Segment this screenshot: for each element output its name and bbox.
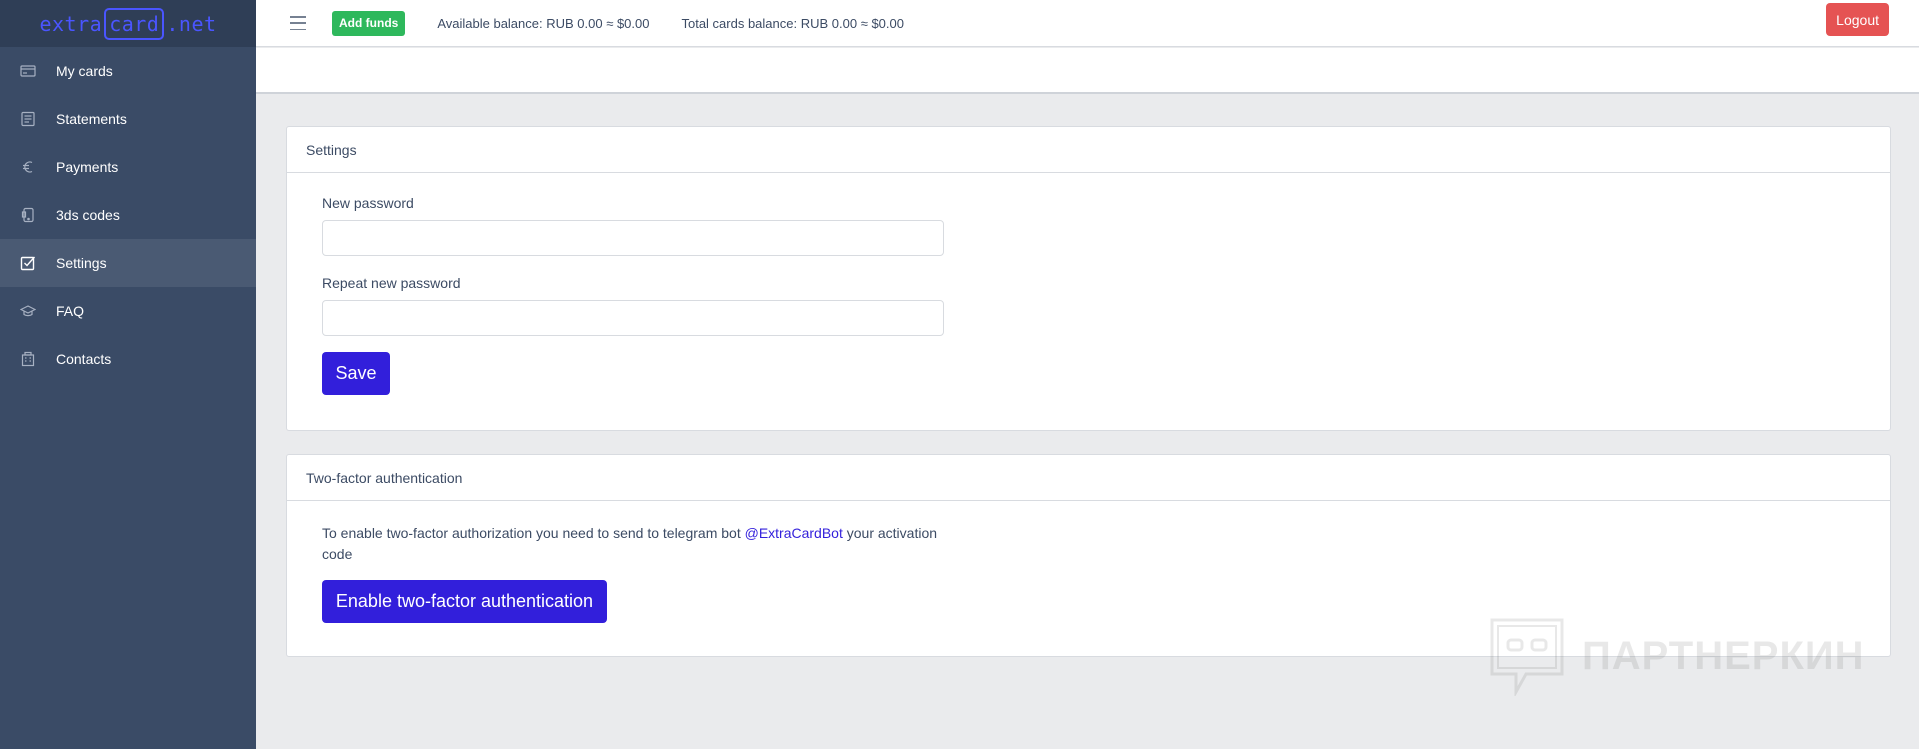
sidebar-item-label: 3ds codes [56, 207, 120, 223]
save-button[interactable]: Save [322, 352, 390, 395]
brand-boxed: card [104, 7, 165, 40]
credit-card-icon [20, 63, 36, 79]
sidebar-item-faq[interactable]: FAQ [0, 287, 256, 335]
sidebar-item-settings[interactable]: Settings [0, 239, 256, 287]
sidebar-item-label: Payments [56, 159, 119, 175]
building-icon [20, 351, 36, 367]
repeat-password-label: Repeat new password [322, 275, 461, 291]
enable-two-factor-button[interactable]: Enable two-factor authentication [322, 580, 607, 623]
menu-toggle-icon[interactable] [290, 16, 306, 30]
logout-button[interactable]: Logout [1826, 3, 1889, 36]
available-balance: Available balance: RUB 0.00 ≈ $0.00 [437, 15, 650, 31]
new-password-label: New password [322, 195, 414, 211]
task-check-icon [20, 255, 36, 271]
brand-right: .net [166, 11, 217, 36]
sidebar-item-contacts[interactable]: Contacts [0, 335, 256, 383]
two-factor-card: Two-factor authentication To enable two-… [286, 454, 1891, 657]
settings-card: Settings New password Repeat new passwor… [286, 126, 1891, 431]
new-password-input[interactable] [322, 220, 944, 256]
sidebar: extra card .net My cards Statements Paymen… [0, 0, 256, 749]
sidebar-item-3ds-codes[interactable]: 3ds codes [0, 191, 256, 239]
sidebar-item-label: My cards [56, 63, 113, 79]
two-factor-info: To enable two-factor authorization you n… [322, 523, 962, 565]
phone-icon [20, 207, 36, 223]
add-funds-button[interactable]: Add funds [332, 10, 406, 36]
euro-icon [20, 159, 36, 175]
education-icon [20, 303, 36, 319]
two-factor-card-title: Two-factor authentication [287, 455, 1890, 501]
settings-card-title: Settings [287, 127, 1890, 173]
sidebar-item-label: Contacts [56, 351, 112, 367]
sidebar-nav: My cards Statements Payments 3ds codes S… [0, 47, 256, 383]
repeat-password-input[interactable] [322, 300, 944, 336]
total-cards-balance: Total cards balance: RUB 0.00 ≈ $0.00 [681, 15, 904, 31]
subheader-bar [256, 48, 1919, 94]
sidebar-item-label: FAQ [56, 303, 85, 319]
top-header: Add funds Available balance: RUB 0.00 ≈ … [256, 0, 1919, 47]
sidebar-item-payments[interactable]: Payments [0, 143, 256, 191]
notes-icon [20, 111, 36, 127]
sidebar-item-statements[interactable]: Statements [0, 95, 256, 143]
sidebar-item-label: Statements [56, 111, 127, 127]
brand-logo[interactable]: extra card .net [0, 0, 256, 47]
brand-left: extra [39, 11, 103, 36]
sidebar-item-my-cards[interactable]: My cards [0, 47, 256, 95]
sidebar-item-label: Settings [56, 255, 107, 271]
two-factor-info-text: To enable two-factor authorization you n… [322, 525, 745, 541]
telegram-bot-link[interactable]: @ExtraCardBot [745, 525, 843, 541]
